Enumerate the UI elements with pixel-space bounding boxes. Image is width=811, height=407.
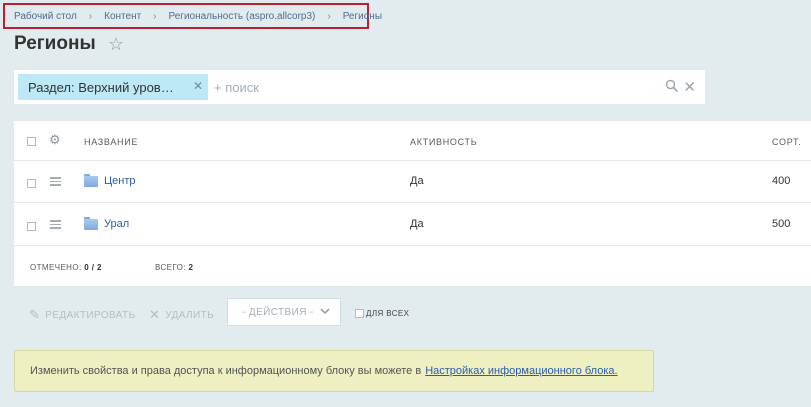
column-header-sort[interactable]: СОРТ. (772, 137, 801, 147)
for-all-label: ДЛЯ ВСЕХ (366, 309, 410, 318)
total-count: ВСЕГО: 2 (155, 263, 194, 272)
grid-footer: ОТМЕЧЕНО: 0 / 2 ВСЕГО: 2 (14, 246, 811, 286)
notice-text: Изменить свойства и права доступа к инфо… (30, 365, 422, 377)
page-title: Регионы (14, 33, 96, 54)
row-sort: 400 (772, 175, 791, 187)
close-icon[interactable]: ✕ (193, 79, 203, 93)
breadcrumb-regions[interactable]: Регионы (343, 11, 382, 22)
column-header-active[interactable]: АКТИВНОСТЬ (410, 137, 477, 147)
folder-icon (84, 174, 98, 187)
delete-button[interactable]: ✕ УДАЛИТЬ (149, 307, 214, 323)
row-active: Да (410, 175, 424, 187)
row-active: Да (410, 218, 424, 230)
pencil-icon: ✎ (29, 307, 41, 322)
breadcrumb-regionality[interactable]: Региональность (aspro.allcorp3) (169, 11, 316, 22)
star-icon[interactable]: ☆ (108, 34, 124, 55)
edit-button[interactable]: ✎ РЕДАКТИРОВАТЬ (29, 307, 136, 323)
table-row[interactable]: Центр Да 400 (14, 161, 811, 203)
actions-select[interactable]: - ДЕЙСТВИЯ - (227, 298, 341, 326)
for-all-checkbox[interactable] (355, 309, 364, 318)
close-icon[interactable]: ✕ (683, 78, 696, 96)
chevron-right-icon: › (88, 10, 93, 22)
selected-count: ОТМЕЧЕНО: 0 / 2 (30, 263, 102, 272)
breadcrumb-desktop[interactable]: Рабочий стол (14, 11, 77, 22)
row-name-link[interactable]: Центр (104, 175, 136, 187)
info-notice: Изменить свойства и права доступа к инфо… (14, 350, 654, 392)
action-bar: ✎ РЕДАКТИРОВАТЬ ✕ УДАЛИТЬ - ДЕЙСТВИЯ - Д… (14, 290, 811, 334)
close-icon: ✕ (149, 307, 161, 322)
grid-header-row: ⚙ НАЗВАНИЕ АКТИВНОСТЬ СОРТ. (14, 121, 811, 161)
elements-grid: ⚙ НАЗВАНИЕ АКТИВНОСТЬ СОРТ. Центр Да 400… (14, 121, 811, 286)
chevron-right-icon: › (153, 10, 157, 22)
gear-icon[interactable]: ⚙ (49, 132, 61, 148)
breadcrumb: Рабочий стол › Контент › Региональность … (3, 3, 382, 29)
filter-chip[interactable]: Раздел: Верхний уров… ✕ (18, 74, 208, 100)
drag-handle-icon[interactable] (50, 175, 61, 188)
breadcrumb-content[interactable]: Контент (104, 11, 141, 22)
folder-icon (84, 217, 98, 230)
row-checkbox[interactable] (27, 222, 36, 231)
row-name-link[interactable]: Урал (104, 218, 129, 230)
filter-chip-label: Раздел: Верхний уров… (28, 79, 174, 95)
filter-search-bar: Раздел: Верхний уров… ✕ ✕ (14, 70, 705, 104)
drag-handle-icon[interactable] (50, 218, 61, 231)
search-icon[interactable] (665, 79, 679, 93)
search-input[interactable] (212, 78, 616, 96)
row-sort: 500 (772, 218, 791, 230)
row-checkbox[interactable] (27, 179, 36, 188)
select-all-checkbox[interactable] (27, 137, 36, 146)
iblock-settings-link[interactable]: Настройках информационного блока. (425, 365, 617, 377)
column-header-name[interactable]: НАЗВАНИЕ (84, 137, 138, 147)
chevron-right-icon: › (327, 10, 331, 22)
chevron-down-icon (320, 308, 330, 315)
table-row[interactable]: Урал Да 500 (14, 203, 811, 246)
